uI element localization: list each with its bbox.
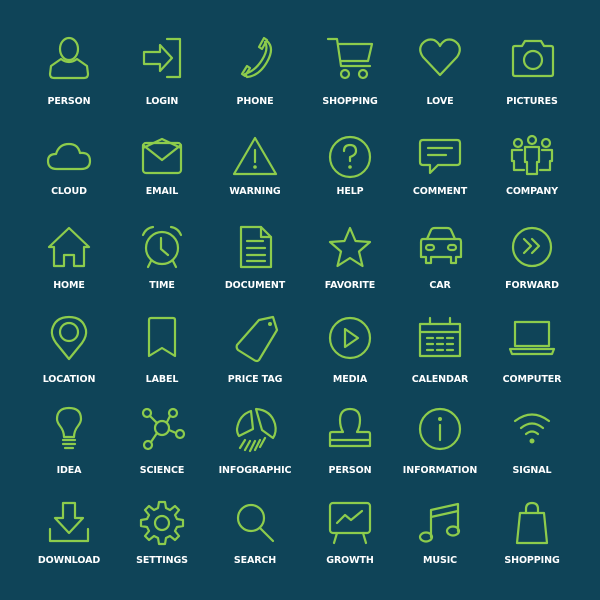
camera-icon <box>511 39 555 78</box>
icon-tile: DOWNLOAD <box>21 501 117 591</box>
icon-tile: TIME <box>114 225 210 315</box>
icon-tile: SHOPPING <box>484 501 580 591</box>
warning-triangle-icon <box>232 136 278 176</box>
heart-icon <box>419 38 461 77</box>
music-note-icon <box>418 502 461 543</box>
icon-tile: IDEA <box>21 406 117 497</box>
house-icon <box>47 226 91 268</box>
person-icon <box>48 36 90 80</box>
price-tag-icon <box>235 315 279 363</box>
icon-tile: COMPANY <box>484 134 580 225</box>
download-icon <box>48 501 90 543</box>
envelope-icon <box>141 137 183 175</box>
alarm-clock-icon <box>141 225 183 269</box>
speech-bubble-icon <box>418 138 462 175</box>
phone-icon <box>240 36 273 79</box>
icon-tile: MUSIC <box>392 501 488 591</box>
icon-tile: MEDIA <box>302 316 398 406</box>
icon-tile: LOGIN <box>114 36 210 126</box>
icon-tile: CAR <box>392 225 488 315</box>
icon-tile: LABEL <box>114 316 210 406</box>
icon-label: COMPUTER <box>502 374 562 385</box>
car-icon <box>419 226 463 265</box>
icon-label: FORWARD <box>505 280 559 291</box>
icon-tile: FAVORITE <box>302 225 398 315</box>
document-icon <box>239 225 273 269</box>
icon-tile: GROWTH <box>302 501 398 591</box>
icon-tile: LOCATION <box>21 315 117 406</box>
icon-tile: SIGNAL <box>484 407 580 497</box>
map-pin-icon <box>50 315 88 361</box>
icon-tile: SETTINGS <box>114 500 210 591</box>
laptop-icon <box>508 320 556 356</box>
icon-tile: PHONE <box>207 36 303 126</box>
wifi-icon <box>513 413 551 444</box>
magnifier-icon <box>236 503 275 543</box>
gear-icon <box>139 500 185 546</box>
icon-tile: PICTURES <box>484 36 580 126</box>
calendar-icon <box>418 316 462 358</box>
icon-label: SIGNAL <box>512 465 552 476</box>
icon-tile: INFORMATION <box>392 407 488 497</box>
pie-chart-icon <box>235 407 277 453</box>
login-icon <box>142 37 182 79</box>
play-circle-icon <box>328 316 372 360</box>
question-circle-icon <box>328 135 372 179</box>
shopping-cart-icon <box>326 37 374 80</box>
shopping-bag-icon <box>515 501 549 545</box>
forward-circle-icon <box>511 226 553 268</box>
icon-tile: HELP <box>302 135 398 225</box>
icon-tile: INFOGRAPHIC <box>207 407 303 497</box>
star-icon <box>328 226 372 268</box>
icon-label: COMPANY <box>505 186 559 197</box>
icon-tile: SCIENCE <box>114 407 210 497</box>
icon-tile: EMAIL <box>114 135 210 225</box>
molecule-icon <box>141 407 186 451</box>
cloud-icon <box>46 142 92 171</box>
icon-label: SHOPPING <box>504 555 560 566</box>
info-circle-icon <box>418 407 462 451</box>
icon-tile: CLOUD <box>21 135 117 225</box>
icon-tile: WARNING <box>207 135 303 225</box>
icon-tile: SEARCH <box>207 501 303 591</box>
icon-tile: LOVE <box>392 36 488 126</box>
person-stamp-icon <box>328 407 372 448</box>
icon-tile: PRICE TAG <box>207 315 303 406</box>
icon-tile: COMMENT <box>392 135 488 225</box>
icon-tile: FORWARD <box>484 225 580 315</box>
presentation-chart-icon <box>328 501 372 545</box>
icon-label: PICTURES <box>506 96 558 107</box>
icon-tile: SHOPPING <box>302 36 398 126</box>
icon-tile: DOCUMENT <box>207 225 303 315</box>
bookmark-icon <box>147 316 177 358</box>
icon-tile: COMPUTER <box>484 316 580 406</box>
icon-tile: PERSON <box>302 407 398 497</box>
icon-tile: CALENDAR <box>392 316 488 406</box>
lightbulb-icon <box>55 406 83 450</box>
group-icon <box>510 134 554 176</box>
icon-tile: HOME <box>21 225 117 315</box>
icon-tile: PERSON <box>21 36 117 126</box>
